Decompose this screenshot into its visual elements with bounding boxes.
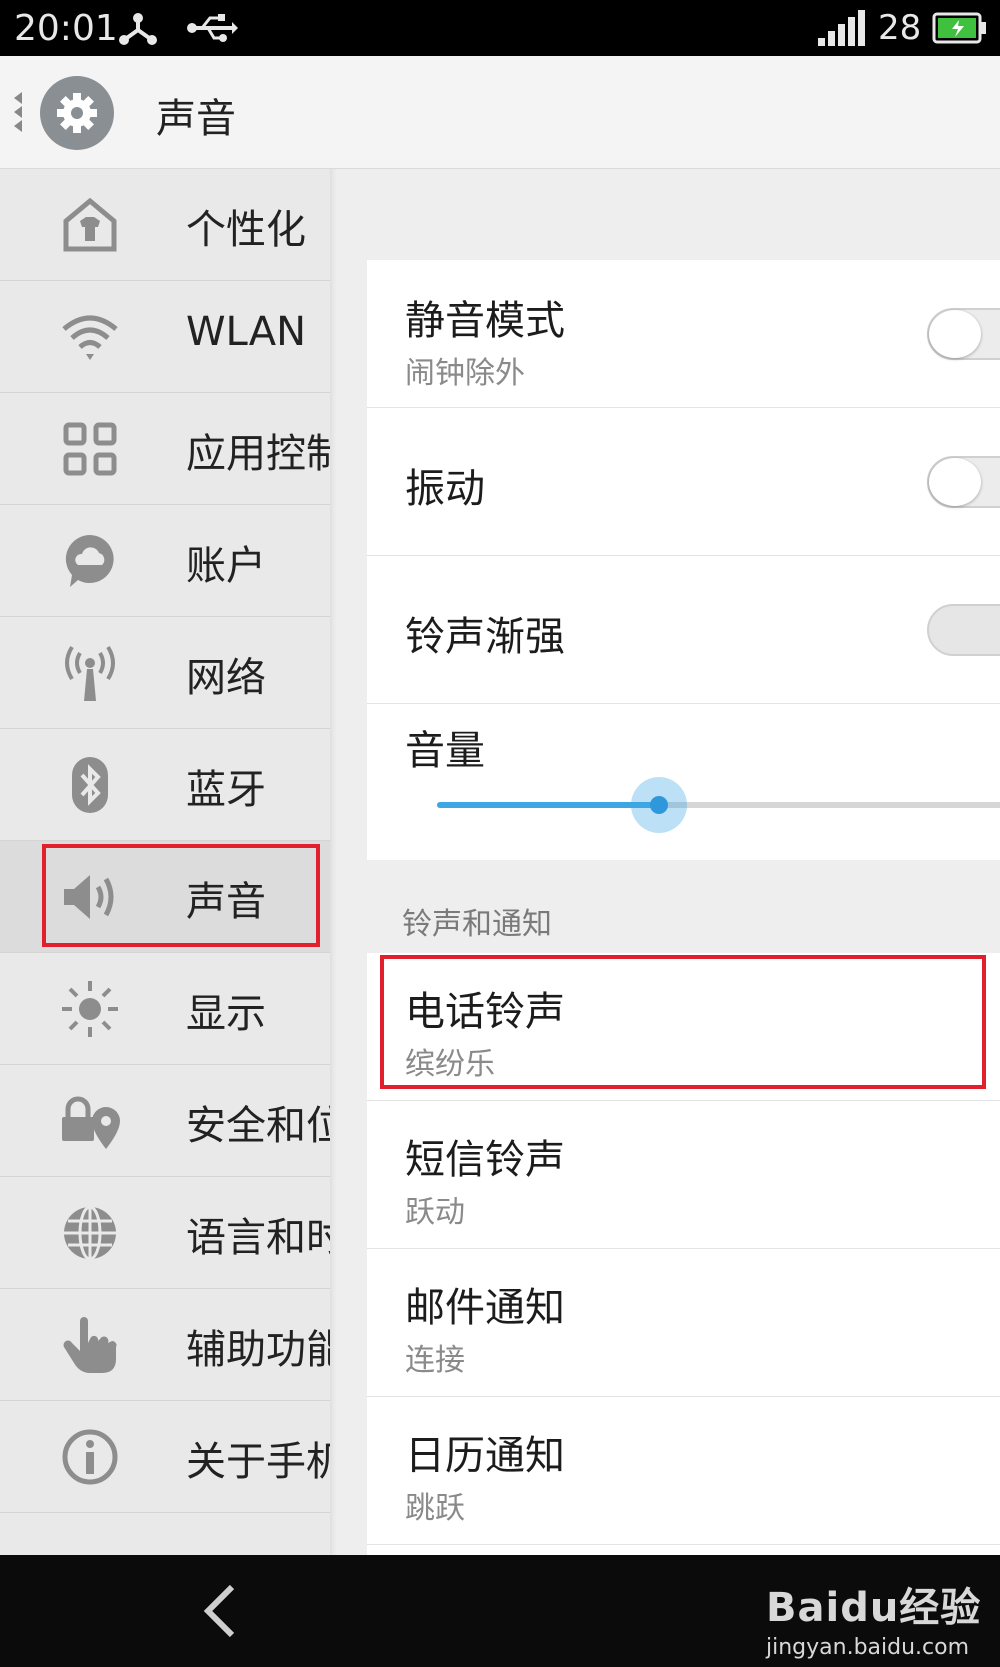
- sidebar-item-label: 辅助功能: [186, 1327, 330, 1373]
- vibrate-toggle[interactable]: [927, 456, 1000, 508]
- sidebar-item-label: 安全和位置: [186, 1103, 330, 1149]
- sidebar-item-about-phone[interactable]: 关于手机: [0, 1401, 330, 1513]
- baidu-jingyan-watermark: Baidu经验 jingyan.baidu.com: [766, 1575, 981, 1660]
- sms-ringtone-row[interactable]: 短信铃声 跃动: [367, 1101, 1000, 1249]
- theme-icon: [63, 197, 117, 252]
- email-notification-row[interactable]: 邮件通知 连接: [367, 1249, 1000, 1397]
- ring-crescendo-title: 铃声渐强: [405, 614, 565, 660]
- calendar-notification-row[interactable]: 日历通知 跳跃: [367, 1397, 1000, 1545]
- sidebar-item-app-control[interactable]: 应用控制: [0, 393, 330, 505]
- sidebar-item-network[interactable]: 网络: [0, 617, 330, 729]
- sidebar-item-label: 显示: [186, 991, 266, 1037]
- sidebar-item-label: 关于手机: [186, 1439, 330, 1485]
- sidebar-item-accessibility[interactable]: 辅助功能: [0, 1289, 330, 1401]
- silent-mode-row[interactable]: 静音模式 闹钟除外: [367, 260, 1000, 408]
- sound-settings-panel: 静音模式 闹钟除外 振动 铃声渐强 音量 铃声和通知 电话铃声 缤纷乐 短信铃声: [330, 169, 1000, 1555]
- info-icon: [62, 1429, 118, 1485]
- wifi-icon: [62, 315, 118, 360]
- apps-grid-icon: [63, 422, 117, 476]
- annotation-highlight: [380, 955, 986, 1089]
- volume-slider-fill: [437, 802, 659, 808]
- sidebar-item-label: WLAN: [186, 309, 307, 355]
- sms-ringtone-title: 短信铃声: [405, 1137, 565, 1183]
- sidebar-item-security-location[interactable]: 安全和位置: [0, 1065, 330, 1177]
- sidebar-item-wlan[interactable]: WLAN: [0, 281, 330, 393]
- drawer-handle-icon[interactable]: [12, 90, 24, 134]
- settings-sidebar: 个性化 WLAN 应用控制 账户 网络 蓝牙 声音 显示 安全和位 语言和时 辅…: [0, 169, 330, 1555]
- battery-icon: [932, 12, 986, 44]
- sidebar-item-language-time[interactable]: 语言和时间: [0, 1177, 330, 1289]
- share-icon: [119, 13, 157, 45]
- signal-icon: [818, 10, 865, 46]
- vibrate-row[interactable]: 振动: [367, 408, 1000, 556]
- ring-crescendo-row[interactable]: 铃声渐强: [367, 556, 1000, 704]
- volume-row: 音量: [367, 704, 1000, 860]
- email-notification-title: 邮件通知: [405, 1285, 565, 1331]
- volume-title: 音量: [405, 728, 485, 774]
- calendar-notification-value: 跳跃: [405, 1491, 465, 1526]
- vibrate-title: 振动: [405, 466, 485, 512]
- toggle-knob: [929, 458, 981, 506]
- sidebar-item-bluetooth[interactable]: 蓝牙: [0, 729, 330, 841]
- usb-icon: [187, 14, 238, 42]
- sidebar-item-display[interactable]: 显示: [0, 953, 330, 1065]
- globe-icon: [64, 1205, 116, 1261]
- lock-location-icon: [62, 1096, 120, 1149]
- hand-icon: [63, 1317, 117, 1373]
- calendar-notification-title: 日历通知: [405, 1433, 565, 1479]
- email-notification-value: 连接: [405, 1343, 465, 1378]
- ring-crescendo-toggle[interactable]: [927, 604, 1000, 656]
- app-header: 声音: [0, 56, 1000, 169]
- sidebar-item-personalize[interactable]: 个性化: [0, 169, 330, 281]
- navigation-bar: Baidu经验 jingyan.baidu.com: [0, 1555, 1000, 1667]
- antenna-icon: [65, 645, 115, 701]
- sidebar-item-label: 网络: [186, 655, 266, 701]
- silent-mode-subtitle: 闹钟除外: [405, 356, 525, 391]
- silent-mode-title: 静音模式: [405, 298, 565, 344]
- annotation-highlight: [42, 844, 320, 947]
- section-header-ringtones: 铃声和通知: [402, 907, 552, 942]
- volume-slider-thumb[interactable]: [650, 796, 668, 814]
- toggle-knob: [929, 310, 981, 358]
- sidebar-item-label: 应用控制: [186, 431, 330, 477]
- battery-level: 28: [878, 8, 922, 48]
- page-title: 声音: [156, 96, 236, 142]
- sidebar-item-label: 个性化: [186, 207, 306, 253]
- clock: 20:01: [14, 8, 118, 49]
- silent-mode-toggle[interactable]: [927, 308, 1000, 360]
- sidebar-item-label: 语言和时间: [186, 1215, 330, 1261]
- sidebar-item-account[interactable]: 账户: [0, 505, 330, 617]
- status-bar: 20:01 28: [0, 0, 1000, 56]
- cloud-account-icon: [65, 534, 114, 587]
- watermark-url: jingyan.baidu.com: [766, 1635, 970, 1660]
- sidebar-item-label: 蓝牙: [186, 767, 266, 813]
- back-icon[interactable]: [200, 1583, 240, 1639]
- gear-icon: [40, 76, 114, 150]
- volume-slider[interactable]: [437, 777, 1000, 833]
- brightness-icon: [62, 981, 118, 1037]
- sound-settings-card: 静音模式 闹钟除外 振动 铃声渐强 音量: [367, 260, 1000, 860]
- watermark-brand: Baidu经验: [766, 1585, 982, 1631]
- sidebar-item-label: 账户: [186, 543, 266, 589]
- sms-ringtone-value: 跃动: [405, 1195, 465, 1230]
- bluetooth-icon: [72, 757, 108, 813]
